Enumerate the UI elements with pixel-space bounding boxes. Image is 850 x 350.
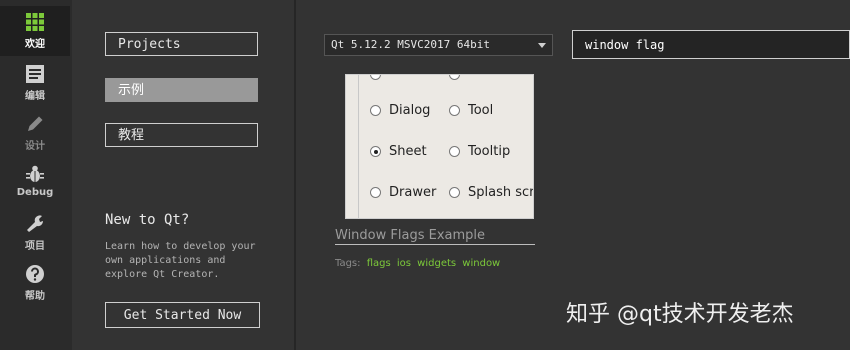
radio-tooltip (449, 146, 460, 157)
mode-label: 编辑 (25, 91, 45, 102)
mode-welcome[interactable]: 欢迎 (0, 6, 70, 56)
thumbnail-frame-line (358, 75, 359, 218)
new-to-qt-description: Learn how to develop your own applicatio… (105, 240, 265, 282)
option-label: Tooltip (468, 144, 511, 159)
mode-debug[interactable]: Debug (0, 158, 70, 208)
tag-link[interactable]: flags (367, 258, 391, 269)
option-label: Drawer (389, 185, 437, 200)
mode-label: Debug (16, 187, 54, 198)
radio-sheet (370, 146, 381, 157)
mode-label: 设计 (25, 141, 45, 152)
radio-cutoff (449, 75, 460, 80)
description-line: Learn how to develop your (105, 241, 256, 252)
mode-label: 欢迎 (25, 39, 45, 50)
description-line: explore Qt Creator. (105, 269, 220, 280)
new-to-qt-title: New to Qt? (105, 212, 190, 228)
watermark-text: 知乎 @qt技术开发老杰 (566, 302, 794, 327)
wrench-icon (27, 215, 44, 232)
examples-button[interactable]: 示例 (105, 78, 258, 102)
radio-drawer (370, 187, 381, 198)
radio-cutoff (370, 75, 381, 80)
chevron-down-icon (538, 43, 546, 48)
document-icon (26, 65, 44, 83)
mode-projects[interactable]: 项目 (0, 208, 70, 258)
grid-icon (26, 13, 44, 31)
search-input[interactable] (572, 30, 850, 59)
help-icon (26, 265, 44, 283)
get-started-button[interactable]: Get Started Now (105, 302, 260, 328)
mode-bar: 欢迎 编辑 设计 Debug 项目 帮助 (0, 0, 72, 350)
description-line: own applications and (105, 255, 226, 266)
radio-tool (449, 105, 460, 116)
mode-label: 项目 (25, 241, 45, 252)
tag-link[interactable]: widgets (417, 258, 456, 269)
radio-dialog (370, 105, 381, 116)
tag-link[interactable]: window (462, 258, 500, 269)
tags-label: Tags: (335, 258, 361, 269)
option-label: Dialog (389, 103, 431, 118)
option-label: Splash scre (468, 185, 534, 200)
tag-link[interactable]: ios (397, 258, 411, 269)
qt-version-value: Qt 5.12.2 MSVC2017 64bit (331, 38, 490, 51)
qt-version-select[interactable]: Qt 5.12.2 MSVC2017 64bit (324, 34, 553, 56)
example-tags: Tags: flags ios widgets window (335, 258, 500, 269)
option-label: Sheet (389, 144, 427, 159)
radio-splash (449, 187, 460, 198)
pencil-icon (28, 116, 43, 131)
welcome-sidebar: Projects 示例 教程 New to Qt? Learn how to d… (72, 0, 294, 350)
example-thumbnail[interactable]: Dialog Tool Sheet Tooltip Drawer Splash … (345, 74, 534, 219)
example-title[interactable]: Window Flags Example (335, 228, 485, 243)
tutorials-button[interactable]: 教程 (105, 123, 258, 147)
bug-icon (26, 165, 44, 182)
pane-divider (294, 0, 296, 350)
mode-label: 帮助 (25, 291, 45, 302)
mode-help[interactable]: 帮助 (0, 258, 70, 308)
projects-button[interactable]: Projects (105, 32, 258, 56)
option-label: Tool (468, 103, 494, 118)
mode-design[interactable]: 设计 (0, 108, 70, 158)
example-title-underline (335, 244, 535, 245)
mode-edit[interactable]: 编辑 (0, 58, 70, 108)
